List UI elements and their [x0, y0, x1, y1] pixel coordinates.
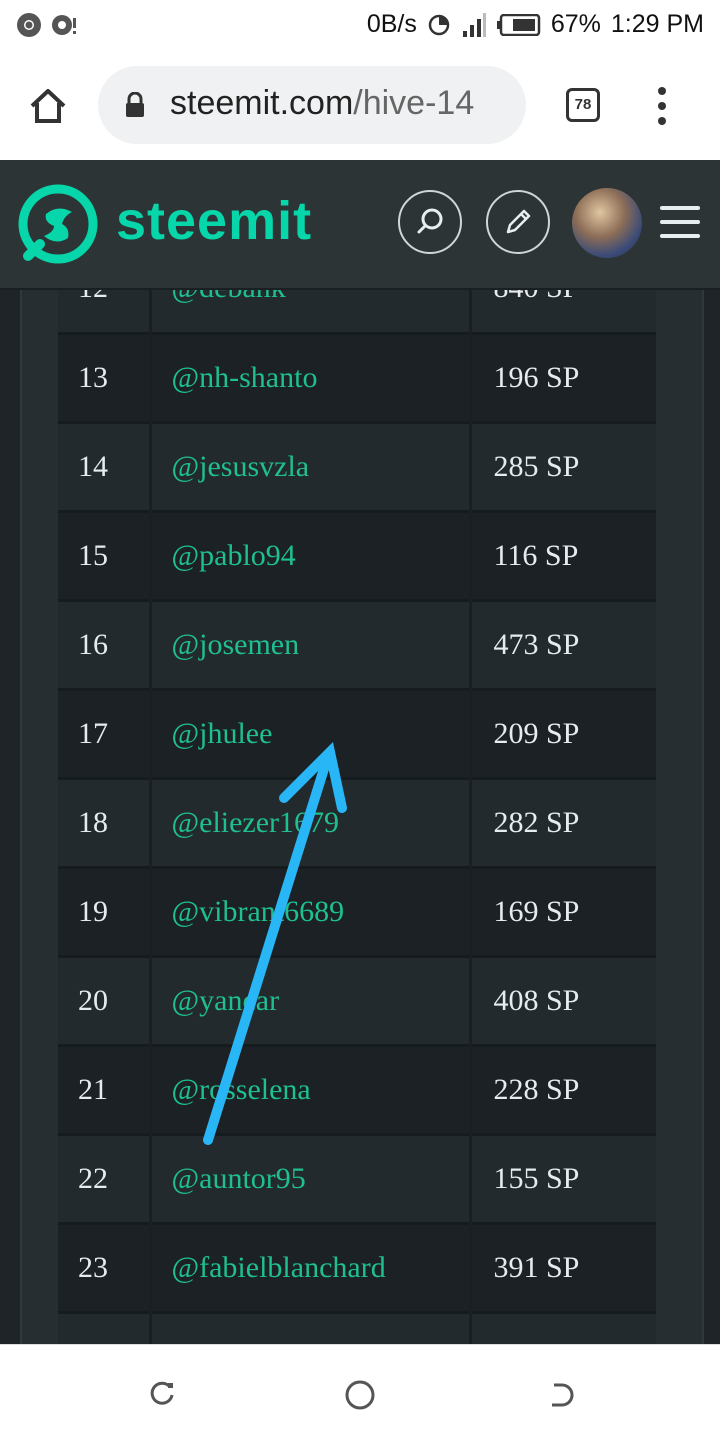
network-speed: 0B/s [366, 10, 417, 38]
address-bar[interactable]: steemit.com/hive-14 [98, 66, 526, 144]
sp-cell: 391 SP [493, 1250, 580, 1284]
sp-cell: 116 SP [493, 538, 579, 572]
rank-cell: 19 [58, 867, 152, 956]
rank-cell: 14 [58, 422, 152, 511]
sp-cell: 74 SP [470, 1312, 656, 1345]
table-row: 23 @fabielblanchard 391 SP [58, 1223, 656, 1312]
table-row: 16 @josemen 473 SP [58, 600, 656, 689]
user-link[interactable]: @jesusvzla [150, 422, 472, 511]
steemit-logo-icon[interactable] [18, 184, 98, 264]
rank-cell: 17 [58, 689, 152, 778]
signal-icon [462, 12, 486, 37]
url-text: steemit.com/hive-14 [170, 84, 474, 123]
sp-cell: 282 SP [493, 805, 580, 839]
search-icon [417, 208, 443, 234]
url-domain: steemit.com [170, 84, 354, 122]
table-row: 24@sanfal74 SP [58, 1312, 656, 1344]
table-row: 18 @eliezer1679 282 SP [58, 778, 656, 867]
user-link[interactable]: @rosselena [150, 1045, 472, 1134]
table-row: 15 @pablo94 116 SP [58, 511, 656, 600]
user-link[interactable]: @jhulee [150, 689, 472, 778]
notification-icon [52, 15, 76, 35]
table-row: 13 @nh-shanto 196 SP [58, 333, 656, 422]
table-row: 22 @auntor95 155 SP [58, 1134, 656, 1223]
rank-cell: 12 [58, 290, 152, 333]
browser-toolbar: steemit.com/hive-14 78 [0, 52, 720, 160]
sp-cell: 196 SP [493, 360, 580, 394]
home-circle-icon[interactable] [340, 1375, 380, 1415]
sp-cell: 285 SP [493, 449, 580, 483]
recents-icon[interactable] [142, 1375, 182, 1415]
user-link[interactable]: @pablo94 [150, 511, 472, 600]
sp-cell: 169 SP [493, 894, 580, 928]
chrome-icon [17, 13, 41, 37]
user-link[interactable]: @auntor95 [150, 1134, 472, 1223]
rank-cell: 20 [58, 956, 152, 1045]
battery-percent: 67% [550, 10, 601, 38]
status-bar: 0B/s 67% 1:29 PM [0, 0, 720, 52]
sp-cell: 228 SP [493, 1072, 580, 1106]
search-button[interactable] [398, 190, 462, 254]
user-link[interactable]: @debank [150, 290, 472, 333]
write-post-button[interactable] [486, 190, 550, 254]
user-link[interactable]: @josemen [150, 600, 472, 689]
status-left-icons [16, 12, 78, 38]
sp-cell: 155 SP [493, 1161, 580, 1195]
user-link[interactable]: @nh-shanto [150, 333, 472, 422]
sp-cell: 473 SP [493, 627, 580, 661]
table-row: 21 @rosselena 228 SP [58, 1045, 656, 1134]
sp-cell: 408 SP [493, 983, 580, 1017]
back-icon[interactable] [540, 1375, 580, 1415]
app-header: steemit [0, 160, 720, 290]
tabs-icon[interactable]: 78 [566, 88, 600, 122]
lock-icon [126, 92, 144, 117]
table-row: 14 @jesusvzla 285 SP [58, 422, 656, 511]
table-row: 19 @vibrant6689 169 SP [58, 867, 656, 956]
rank-cell: 24 [58, 1312, 152, 1344]
user-link[interactable]: @fabielblanchard [150, 1223, 472, 1312]
brand-name[interactable]: steemit [116, 190, 312, 252]
user-link[interactable]: @sanfal [150, 1312, 472, 1344]
status-right: 0B/s 67% 1:29 PM [367, 10, 704, 39]
rank-cell: 16 [58, 600, 152, 689]
data-saver-icon [428, 14, 450, 35]
content-area: 12@debank840 SP13@nh-shanto196 SP14@jesu… [0, 290, 720, 1344]
rank-cell: 18 [58, 778, 152, 867]
rank-cell: 23 [58, 1223, 152, 1312]
user-link[interactable]: @yancar [150, 956, 472, 1045]
user-link[interactable]: @vibrant6689 [150, 867, 472, 956]
rank-cell: 21 [58, 1045, 152, 1134]
user-link[interactable]: @eliezer1679 [150, 778, 472, 867]
overflow-menu-icon[interactable] [654, 86, 670, 126]
table-row: 20 @yancar 408 SP [58, 956, 656, 1045]
android-nav-bar [0, 1344, 720, 1441]
url-path: /hive-14 [353, 84, 475, 122]
avatar[interactable] [572, 188, 642, 258]
clock: 1:29 PM [610, 10, 704, 38]
rank-cell: 22 [58, 1134, 152, 1223]
rank-cell: 13 [58, 333, 152, 422]
battery-icon [496, 13, 541, 36]
table-row: 12@debank840 SP [58, 290, 656, 333]
sp-cell: 209 SP [493, 716, 580, 750]
ranking-table: 12@debank840 SP13@nh-shanto196 SP14@jesu… [58, 290, 656, 1344]
sp-cell: 840 SP [470, 290, 656, 333]
home-icon[interactable] [26, 84, 70, 128]
table-row: 17 @jhulee 209 SP [58, 689, 656, 778]
rank-cell: 15 [58, 511, 152, 600]
hamburger-icon[interactable] [660, 206, 700, 242]
pencil-icon [506, 209, 531, 234]
